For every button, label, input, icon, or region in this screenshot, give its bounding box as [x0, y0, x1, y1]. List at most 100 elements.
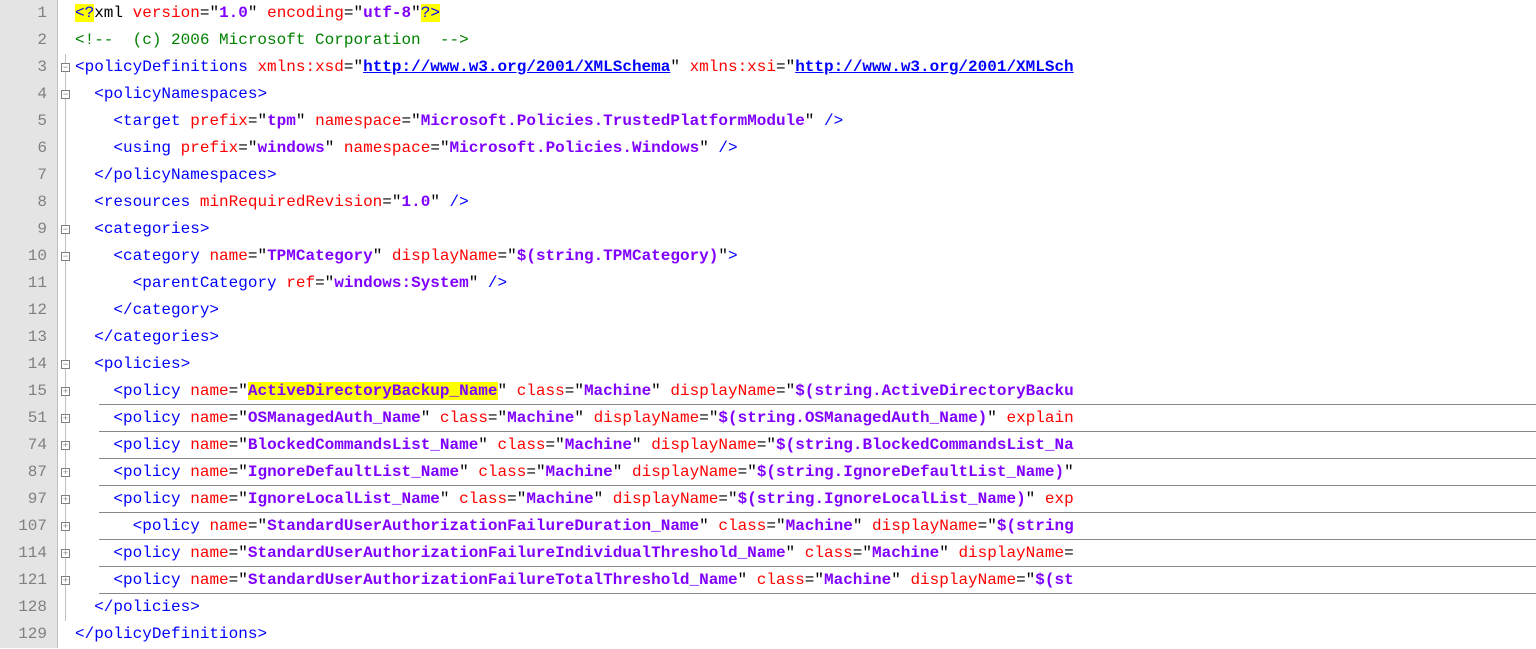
bracket: /> [814, 112, 843, 130]
code-line-folded[interactable]: <policy name="IgnoreDefaultList_Name" cl… [75, 459, 1536, 486]
attr-value: Machine [526, 490, 593, 508]
indent [75, 112, 113, 130]
code-line-folded[interactable]: <policy name="BlockedCommandsList_Name" … [75, 432, 1536, 459]
code-line[interactable]: </policyNamespaces> [75, 162, 1536, 189]
attr-value-link[interactable]: http://www.w3.org/2001/XMLSch [795, 58, 1073, 76]
tag: parentCategory [142, 274, 276, 292]
attr-name: displayName [651, 436, 757, 454]
bracket: > [728, 247, 738, 265]
bracket: < [94, 355, 104, 373]
code-line-folded[interactable]: <policy name="StandardUserAuthorizationF… [75, 540, 1536, 567]
code-line[interactable]: <using prefix="windows" namespace="Micro… [75, 135, 1536, 162]
fold-toggle[interactable]: + [58, 567, 73, 594]
indent [75, 355, 94, 373]
attr-value: Microsoft.Policies.Windows [450, 139, 700, 157]
fold-toggle[interactable]: − [58, 81, 73, 108]
bracket: /> [440, 193, 469, 211]
bracket: < [133, 517, 143, 535]
code-line[interactable]: </policyDefinitions> [75, 621, 1536, 648]
tag: policyDefinitions [85, 58, 248, 76]
fold-slot [58, 621, 73, 648]
attr-value: Machine [584, 382, 651, 400]
fold-guide [58, 135, 73, 162]
code-line[interactable]: <parentCategory ref="windows:System" /> [75, 270, 1536, 297]
bracket: < [113, 544, 123, 562]
bracket: </ [94, 166, 113, 184]
attr-value-link[interactable]: http://www.w3.org/2001/XMLSchema [363, 58, 670, 76]
code-line[interactable]: <category name="TPMCategory" displayName… [75, 243, 1536, 270]
code-line[interactable]: <!-- (c) 2006 Microsoft Corporation --> [75, 27, 1536, 54]
fold-toggle[interactable]: + [58, 486, 73, 513]
code-line[interactable]: <resources minRequiredRevision="1.0" /> [75, 189, 1536, 216]
line-number: 1 [6, 0, 47, 27]
line-number: 87 [6, 459, 47, 486]
code-line[interactable]: </policies> [75, 594, 1536, 621]
bracket: < [94, 193, 104, 211]
attr-name: displayName [910, 571, 1016, 589]
code-line[interactable]: <target prefix="tpm" namespace="Microsof… [75, 108, 1536, 135]
bracket: < [133, 274, 143, 292]
fold-toggle[interactable]: − [58, 243, 73, 270]
attr-value: IgnoreDefaultList_Name [248, 463, 459, 481]
tag: categories [113, 328, 209, 346]
fold-toggle[interactable]: + [58, 432, 73, 459]
code-line[interactable]: <policyDefinitions xmlns:xsd="http://www… [75, 54, 1536, 81]
attr-name: name [190, 490, 228, 508]
line-number: 114 [6, 540, 47, 567]
bracket: > [209, 328, 219, 346]
fold-slot [58, 0, 73, 27]
attr-name: encoding [267, 4, 344, 22]
code-line[interactable]: <policies> [75, 351, 1536, 378]
bracket: </ [113, 301, 132, 319]
fold-toggle[interactable]: − [58, 216, 73, 243]
bracket: < [113, 571, 123, 589]
line-number-gutter: 1 2 3 4 5 6 7 8 9 10 11 12 13 14 15 51 7… [0, 0, 58, 648]
code-line[interactable]: <categories> [75, 216, 1536, 243]
fold-guide [58, 189, 73, 216]
tag: policies [104, 355, 181, 373]
attr-name: class [498, 436, 546, 454]
line-number: 3 [6, 54, 47, 81]
tag: category [123, 247, 200, 265]
line-number: 13 [6, 324, 47, 351]
bracket: < [75, 58, 85, 76]
bracket: /> [478, 274, 507, 292]
attr-name: explain [1006, 409, 1073, 427]
quote: " [1064, 463, 1074, 481]
attr-value: Machine [824, 571, 891, 589]
fold-toggle[interactable]: + [58, 459, 73, 486]
attr-name: prefix [190, 112, 248, 130]
code-line-folded[interactable]: <policy name="StandardUserAuthorizationF… [75, 567, 1536, 594]
line-number: 9 [6, 216, 47, 243]
attr-value: $(st [1035, 571, 1073, 589]
attr-value: Machine [546, 463, 613, 481]
bracket: > [209, 301, 219, 319]
bracket: > [257, 625, 267, 643]
fold-toggle[interactable]: + [58, 405, 73, 432]
fold-toggle[interactable]: + [58, 513, 73, 540]
code-line[interactable]: </categories> [75, 324, 1536, 351]
code-area[interactable]: <?xml version="1.0" encoding="utf-8"?> <… [73, 0, 1536, 648]
fold-toggle[interactable]: − [58, 351, 73, 378]
xml-decl-close: ?> [421, 4, 440, 22]
tag: policy [123, 436, 181, 454]
indent [75, 409, 113, 427]
code-line-folded[interactable]: <policy name="ActiveDirectoryBackup_Name… [75, 378, 1536, 405]
code-line-folded[interactable]: <policy name="StandardUserAuthorizationF… [75, 513, 1536, 540]
code-line[interactable]: <policyNamespaces> [75, 81, 1536, 108]
code-line-folded[interactable]: <policy name="IgnoreLocalList_Name" clas… [75, 486, 1536, 513]
code-line[interactable]: <?xml version="1.0" encoding="utf-8"?> [75, 0, 1536, 27]
code-line[interactable]: </category> [75, 297, 1536, 324]
fold-toggle[interactable]: + [58, 378, 73, 405]
tag: policy [123, 544, 181, 562]
code-line-folded[interactable]: <policy name="OSManagedAuth_Name" class=… [75, 405, 1536, 432]
bracket: > [181, 355, 191, 373]
attr-name: class [718, 517, 766, 535]
line-number: 128 [6, 594, 47, 621]
attr-value: $(string.ActiveDirectoryBacku [795, 382, 1073, 400]
bracket: < [113, 463, 123, 481]
fold-toggle[interactable]: + [58, 540, 73, 567]
fold-toggle[interactable]: − [58, 54, 73, 81]
attr-name: displayName [613, 490, 719, 508]
xml-decl-open: <? [75, 4, 94, 22]
